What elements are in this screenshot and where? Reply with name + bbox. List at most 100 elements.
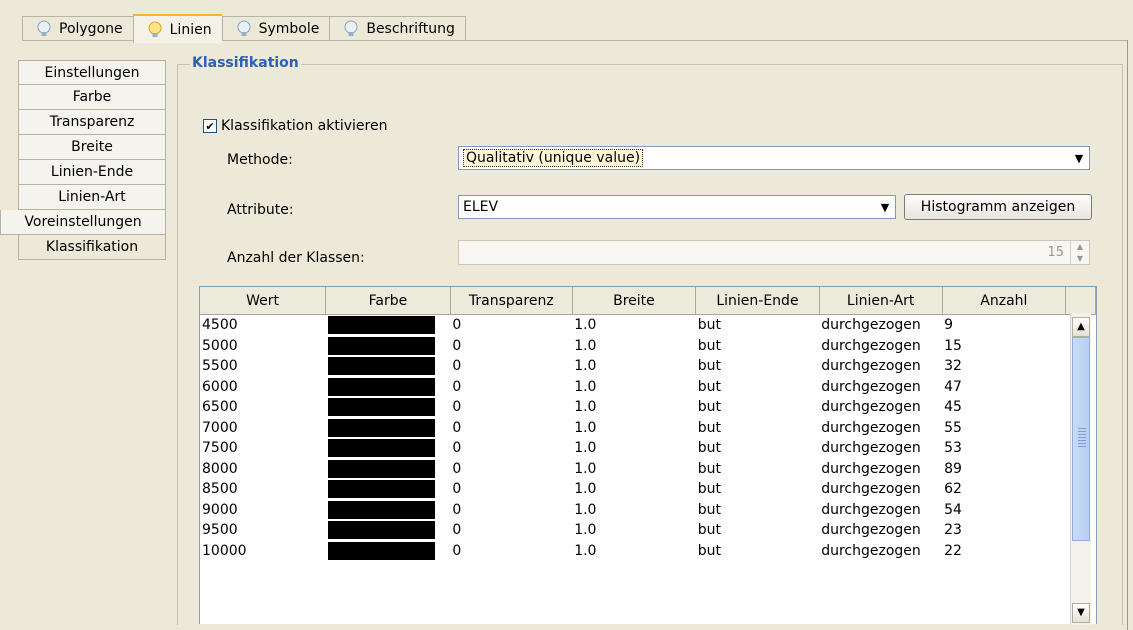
cell-farbe[interactable] [326, 479, 451, 500]
cell-farbe[interactable] [326, 356, 451, 377]
column-header-breite[interactable]: Breite [572, 287, 697, 315]
table-row[interactable]: 6000 0 1.0 but durchgezogen 47 [200, 377, 1096, 398]
side-tab-linien-ende[interactable]: Linien-Ende [18, 160, 166, 185]
table-row[interactable]: 7500 0 1.0 but durchgezogen 53 [200, 438, 1096, 459]
cell-wert[interactable]: 7000 [200, 418, 326, 439]
color-swatch[interactable] [327, 500, 435, 519]
cell-transparenz[interactable]: 0 [450, 418, 572, 439]
color-swatch[interactable] [327, 459, 435, 478]
cell-farbe[interactable] [326, 541, 451, 562]
cell-linien-art[interactable]: durchgezogen [819, 459, 942, 480]
cell-transparenz[interactable]: 0 [450, 315, 572, 336]
side-tab-breite[interactable]: Breite [18, 135, 166, 160]
cell-linien-art[interactable]: durchgezogen [819, 541, 942, 562]
cell-linien-art[interactable]: durchgezogen [819, 520, 942, 541]
color-swatch[interactable] [327, 336, 435, 355]
cell-anzahl[interactable]: 22 [942, 541, 1066, 562]
enable-classification-checkbox[interactable]: ✔ Klassifikation aktivieren [203, 118, 387, 134]
histogram-button[interactable]: Histogramm anzeigen [904, 194, 1092, 220]
cell-anzahl[interactable]: 55 [942, 418, 1066, 439]
table-row[interactable]: 8000 0 1.0 but durchgezogen 89 [200, 459, 1096, 480]
cell-anzahl[interactable]: 15 [942, 336, 1066, 357]
cell-transparenz[interactable]: 0 [450, 520, 572, 541]
side-tab-farbe[interactable]: Farbe [18, 85, 166, 110]
cell-farbe[interactable] [326, 459, 451, 480]
cell-wert[interactable]: 6000 [200, 377, 326, 398]
side-tab-klassifikation[interactable]: Klassifikation [18, 235, 166, 260]
cell-anzahl[interactable]: 47 [942, 377, 1066, 398]
cell-linien-art[interactable]: durchgezogen [819, 377, 942, 398]
cell-linien-ende[interactable]: but [696, 438, 820, 459]
cell-breite[interactable]: 1.0 [572, 315, 696, 336]
column-header-farbe[interactable]: Farbe [325, 287, 451, 315]
cell-wert[interactable]: 7500 [200, 438, 326, 459]
cell-anzahl[interactable]: 89 [942, 459, 1066, 480]
color-swatch[interactable] [327, 357, 435, 376]
checkbox-checked-icon[interactable]: ✔ [203, 119, 217, 133]
cell-linien-ende[interactable]: but [696, 377, 820, 398]
scroll-up-icon[interactable]: ▲ [1072, 317, 1090, 337]
cell-breite[interactable]: 1.0 [572, 541, 696, 562]
side-tab-voreinstellungen[interactable]: Voreinstellungen [0, 210, 166, 235]
table-row[interactable]: 10000 0 1.0 but durchgezogen 22 [200, 541, 1096, 562]
cell-wert[interactable]: 9000 [200, 500, 326, 521]
cell-breite[interactable]: 1.0 [572, 377, 696, 398]
cell-linien-ende[interactable]: but [696, 500, 820, 521]
cell-transparenz[interactable]: 0 [450, 397, 572, 418]
cell-breite[interactable]: 1.0 [572, 438, 696, 459]
side-tab-transparenz[interactable]: Transparenz [18, 110, 166, 135]
cell-transparenz[interactable]: 0 [450, 479, 572, 500]
cell-linien-ende[interactable]: but [696, 397, 820, 418]
cell-anzahl[interactable]: 53 [942, 438, 1066, 459]
table-row[interactable]: 6500 0 1.0 but durchgezogen 45 [200, 397, 1096, 418]
cell-linien-ende[interactable]: but [696, 479, 820, 500]
cell-farbe[interactable] [326, 438, 451, 459]
cell-linien-ende[interactable]: but [696, 459, 820, 480]
tab-polygone[interactable]: Polygone [22, 16, 133, 41]
cell-anzahl[interactable]: 45 [942, 397, 1066, 418]
scroll-down-icon[interactable]: ▼ [1072, 603, 1090, 623]
cell-transparenz[interactable]: 0 [450, 336, 572, 357]
color-swatch[interactable] [327, 377, 435, 396]
color-swatch[interactable] [327, 316, 435, 335]
cell-breite[interactable]: 1.0 [572, 397, 696, 418]
cell-breite[interactable]: 1.0 [572, 459, 696, 480]
tab-beschriftung[interactable]: Beschriftung [329, 16, 466, 41]
chevron-down-icon[interactable]: ▼ [875, 201, 895, 214]
cell-breite[interactable]: 1.0 [572, 520, 696, 541]
tab-linien[interactable]: Linien [132, 14, 222, 43]
cell-linien-ende[interactable]: but [696, 520, 820, 541]
cell-linien-art[interactable]: durchgezogen [819, 315, 942, 336]
cell-wert[interactable]: 10000 [200, 541, 326, 562]
cell-transparenz[interactable]: 0 [450, 541, 572, 562]
cell-linien-art[interactable]: durchgezogen [819, 356, 942, 377]
cell-linien-art[interactable]: durchgezogen [819, 336, 942, 357]
column-header-anzahl[interactable]: Anzahl [942, 287, 1067, 315]
classification-table[interactable]: Wert Farbe Transparenz Breite Linien-End… [199, 286, 1097, 624]
cell-farbe[interactable] [326, 336, 451, 357]
cell-breite[interactable]: 1.0 [572, 356, 696, 377]
table-row[interactable]: 8500 0 1.0 but durchgezogen 62 [200, 479, 1096, 500]
cell-wert[interactable]: 5000 [200, 336, 326, 357]
cell-transparenz[interactable]: 0 [450, 356, 572, 377]
class-count-spinner[interactable]: 15 ▲ ▼ [458, 240, 1090, 265]
method-select[interactable]: Qualitativ (unique value) ▼ [458, 146, 1090, 170]
cell-wert[interactable]: 6500 [200, 397, 326, 418]
cell-wert[interactable]: 4500 [200, 315, 326, 336]
cell-linien-art[interactable]: durchgezogen [819, 438, 942, 459]
cell-farbe[interactable] [326, 418, 451, 439]
cell-wert[interactable]: 9500 [200, 520, 326, 541]
cell-wert[interactable]: 8000 [200, 459, 326, 480]
tab-symbole[interactable]: Symbole [221, 16, 330, 41]
cell-farbe[interactable] [326, 397, 451, 418]
cell-breite[interactable]: 1.0 [572, 336, 696, 357]
color-swatch[interactable] [327, 398, 435, 417]
column-header-wert[interactable]: Wert [200, 287, 327, 315]
spinner-up-icon[interactable]: ▲ [1071, 241, 1089, 253]
side-tab-linien-art[interactable]: Linien-Art [18, 185, 166, 210]
cell-transparenz[interactable]: 0 [450, 438, 572, 459]
cell-linien-ende[interactable]: but [696, 336, 820, 357]
color-swatch[interactable] [327, 521, 435, 540]
chevron-down-icon[interactable]: ▼ [1069, 152, 1089, 165]
cell-farbe[interactable] [326, 377, 451, 398]
